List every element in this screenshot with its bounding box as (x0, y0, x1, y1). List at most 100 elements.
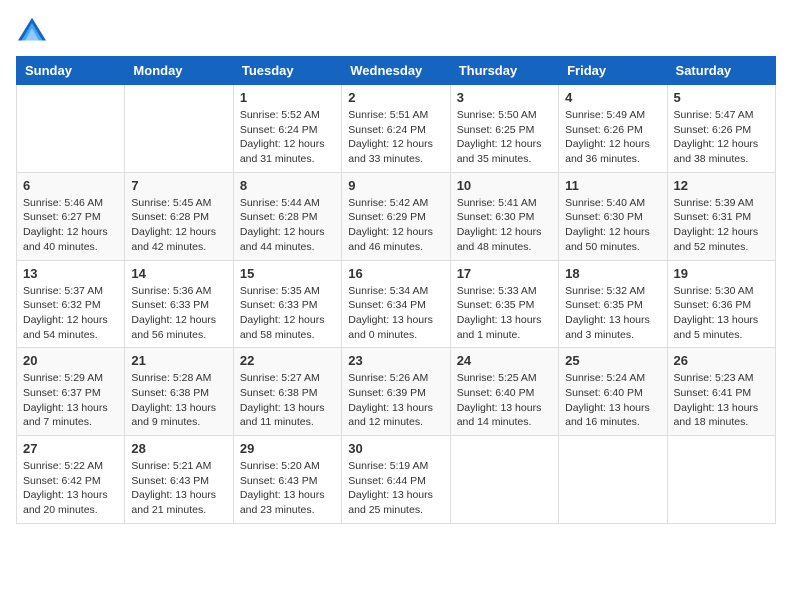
day-of-week-header: Thursday (450, 57, 558, 85)
calendar-cell: 5 Sunrise: 5:47 AMSunset: 6:26 PMDaylight… (667, 85, 775, 173)
day-info: Sunrise: 5:49 AMSunset: 6:26 PMDaylight:… (565, 108, 660, 167)
calendar-cell: 26 Sunrise: 5:23 AMSunset: 6:41 PMDayligh… (667, 348, 775, 436)
day-number: 2 (348, 90, 443, 105)
day-number: 27 (23, 441, 118, 456)
day-info: Sunrise: 5:24 AMSunset: 6:40 PMDaylight:… (565, 371, 660, 430)
day-info: Sunrise: 5:28 AMSunset: 6:38 PMDaylight:… (131, 371, 226, 430)
day-info: Sunrise: 5:39 AMSunset: 6:31 PMDaylight:… (674, 196, 769, 255)
calendar-cell: 23 Sunrise: 5:26 AMSunset: 6:39 PMDayligh… (342, 348, 450, 436)
day-info: Sunrise: 5:45 AMSunset: 6:28 PMDaylight:… (131, 196, 226, 255)
day-number: 7 (131, 178, 226, 193)
day-of-week-header: Tuesday (233, 57, 341, 85)
day-info: Sunrise: 5:41 AMSunset: 6:30 PMDaylight:… (457, 196, 552, 255)
calendar-cell: 29 Sunrise: 5:20 AMSunset: 6:43 PMDayligh… (233, 436, 341, 524)
calendar-cell (125, 85, 233, 173)
day-number: 1 (240, 90, 335, 105)
day-of-week-header: Sunday (17, 57, 125, 85)
day-number: 26 (674, 353, 769, 368)
day-of-week-header: Monday (125, 57, 233, 85)
day-number: 8 (240, 178, 335, 193)
day-number: 21 (131, 353, 226, 368)
calendar-cell: 21 Sunrise: 5:28 AMSunset: 6:38 PMDayligh… (125, 348, 233, 436)
calendar-week-row: 1 Sunrise: 5:52 AMSunset: 6:24 PMDaylight… (17, 85, 776, 173)
day-info: Sunrise: 5:40 AMSunset: 6:30 PMDaylight:… (565, 196, 660, 255)
calendar-cell: 9Sunrise: 5:42 AMSunset: 6:29 PMDaylight… (342, 172, 450, 260)
calendar-cell: 30Sunrise: 5:19 AMSunset: 6:44 PMDayligh… (342, 436, 450, 524)
calendar-cell: 13 Sunrise: 5:37 AMSunset: 6:32 PMDayligh… (17, 260, 125, 348)
day-info: Sunrise: 5:21 AMSunset: 6:43 PMDaylight:… (131, 459, 226, 518)
day-number: 5 (674, 90, 769, 105)
day-number: 3 (457, 90, 552, 105)
day-info: Sunrise: 5:34 AMSunset: 6:34 PMDaylight:… (348, 284, 443, 343)
calendar-cell: 10 Sunrise: 5:41 AMSunset: 6:30 PMDayligh… (450, 172, 558, 260)
day-info: Sunrise: 5:46 AMSunset: 6:27 PMDaylight:… (23, 196, 118, 255)
day-of-week-header: Friday (559, 57, 667, 85)
day-number: 12 (674, 178, 769, 193)
day-info: Sunrise: 5:37 AMSunset: 6:32 PMDaylight:… (23, 284, 118, 343)
day-info: Sunrise: 5:19 AMSunset: 6:44 PMDaylight:… (348, 459, 443, 518)
day-number: 13 (23, 266, 118, 281)
day-of-week-header: Wednesday (342, 57, 450, 85)
logo-icon (16, 16, 48, 44)
day-number: 14 (131, 266, 226, 281)
day-info: Sunrise: 5:25 AMSunset: 6:40 PMDaylight:… (457, 371, 552, 430)
calendar-cell: 6 Sunrise: 5:46 AMSunset: 6:27 PMDaylight… (17, 172, 125, 260)
day-number: 22 (240, 353, 335, 368)
day-info: Sunrise: 5:35 AMSunset: 6:33 PMDaylight:… (240, 284, 335, 343)
day-info: Sunrise: 5:22 AMSunset: 6:42 PMDaylight:… (23, 459, 118, 518)
day-info: Sunrise: 5:26 AMSunset: 6:39 PMDaylight:… (348, 371, 443, 430)
day-info: Sunrise: 5:42 AMSunset: 6:29 PMDaylight:… (348, 196, 443, 255)
calendar-week-row: 20 Sunrise: 5:29 AMSunset: 6:37 PMDayligh… (17, 348, 776, 436)
calendar-cell: 1 Sunrise: 5:52 AMSunset: 6:24 PMDaylight… (233, 85, 341, 173)
day-number: 19 (674, 266, 769, 281)
page-header (16, 16, 776, 44)
calendar-cell: 2 Sunrise: 5:51 AMSunset: 6:24 PMDaylight… (342, 85, 450, 173)
calendar-cell: 11 Sunrise: 5:40 AMSunset: 6:30 PMDayligh… (559, 172, 667, 260)
day-info: Sunrise: 5:30 AMSunset: 6:36 PMDaylight:… (674, 284, 769, 343)
calendar-cell: 22 Sunrise: 5:27 AMSunset: 6:38 PMDayligh… (233, 348, 341, 436)
day-info: Sunrise: 5:50 AMSunset: 6:25 PMDaylight:… (457, 108, 552, 167)
calendar-cell: 25 Sunrise: 5:24 AMSunset: 6:40 PMDayligh… (559, 348, 667, 436)
calendar-cell: 4Sunrise: 5:49 AMSunset: 6:26 PMDaylight… (559, 85, 667, 173)
day-number: 29 (240, 441, 335, 456)
day-number: 24 (457, 353, 552, 368)
day-info: Sunrise: 5:47 AMSunset: 6:26 PMDaylight:… (674, 108, 769, 167)
day-info: Sunrise: 5:52 AMSunset: 6:24 PMDaylight:… (240, 108, 335, 167)
day-number: 11 (565, 178, 660, 193)
calendar-cell: 18 Sunrise: 5:32 AMSunset: 6:35 PMDayligh… (559, 260, 667, 348)
calendar-cell: 12 Sunrise: 5:39 AMSunset: 6:31 PMDayligh… (667, 172, 775, 260)
day-of-week-header: Saturday (667, 57, 775, 85)
day-number: 25 (565, 353, 660, 368)
logo (16, 16, 52, 44)
day-info: Sunrise: 5:32 AMSunset: 6:35 PMDaylight:… (565, 284, 660, 343)
day-info: Sunrise: 5:36 AMSunset: 6:33 PMDaylight:… (131, 284, 226, 343)
calendar-cell: 24 Sunrise: 5:25 AMSunset: 6:40 PMDayligh… (450, 348, 558, 436)
calendar-cell: 14 Sunrise: 5:36 AMSunset: 6:33 PMDayligh… (125, 260, 233, 348)
day-info: Sunrise: 5:27 AMSunset: 6:38 PMDaylight:… (240, 371, 335, 430)
calendar-cell (667, 436, 775, 524)
day-info: Sunrise: 5:23 AMSunset: 6:41 PMDaylight:… (674, 371, 769, 430)
calendar-cell: 28 Sunrise: 5:21 AMSunset: 6:43 PMDayligh… (125, 436, 233, 524)
day-number: 18 (565, 266, 660, 281)
calendar-week-row: 27 Sunrise: 5:22 AMSunset: 6:42 PMDayligh… (17, 436, 776, 524)
calendar-cell (450, 436, 558, 524)
calendar-cell: 7 Sunrise: 5:45 AMSunset: 6:28 PMDaylight… (125, 172, 233, 260)
day-info: Sunrise: 5:20 AMSunset: 6:43 PMDaylight:… (240, 459, 335, 518)
day-number: 28 (131, 441, 226, 456)
day-info: Sunrise: 5:44 AMSunset: 6:28 PMDaylight:… (240, 196, 335, 255)
calendar-table: SundayMondayTuesdayWednesdayThursdayFrid… (16, 56, 776, 524)
day-number: 16 (348, 266, 443, 281)
day-number: 10 (457, 178, 552, 193)
calendar-cell (559, 436, 667, 524)
day-info: Sunrise: 5:29 AMSunset: 6:37 PMDaylight:… (23, 371, 118, 430)
day-number: 17 (457, 266, 552, 281)
calendar-cell: 8 Sunrise: 5:44 AMSunset: 6:28 PMDaylight… (233, 172, 341, 260)
calendar-cell: 3 Sunrise: 5:50 AMSunset: 6:25 PMDaylight… (450, 85, 558, 173)
day-number: 6 (23, 178, 118, 193)
calendar-cell: 16 Sunrise: 5:34 AMSunset: 6:34 PMDayligh… (342, 260, 450, 348)
day-number: 20 (23, 353, 118, 368)
calendar-header-row: SundayMondayTuesdayWednesdayThursdayFrid… (17, 57, 776, 85)
day-number: 23 (348, 353, 443, 368)
day-info: Sunrise: 5:51 AMSunset: 6:24 PMDaylight:… (348, 108, 443, 167)
calendar-cell: 27 Sunrise: 5:22 AMSunset: 6:42 PMDayligh… (17, 436, 125, 524)
